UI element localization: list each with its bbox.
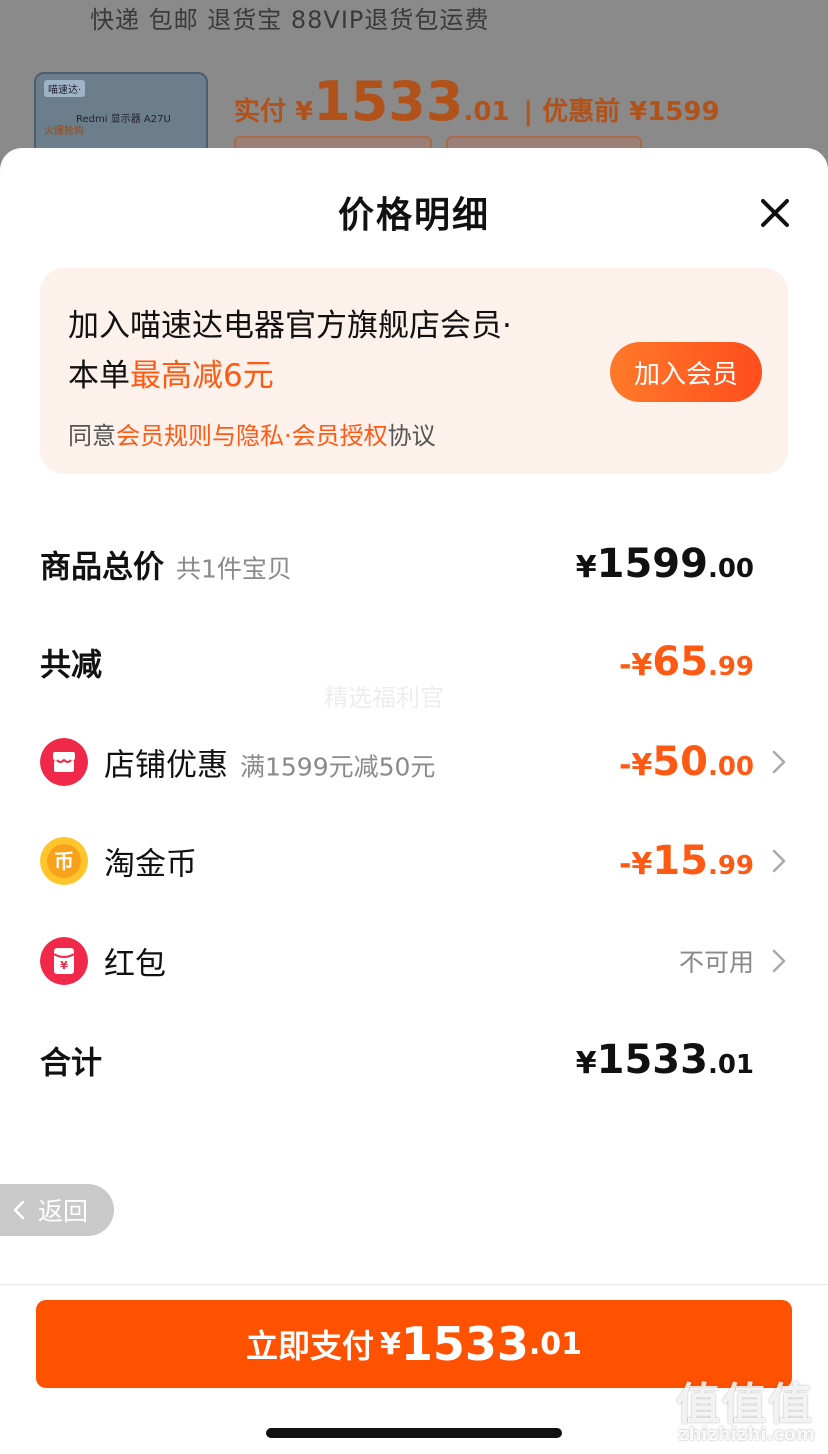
pay-amount-int: 1533 (400, 1317, 529, 1371)
amount-dec: .01 (707, 1050, 754, 1080)
currency-symbol: ¥ (575, 1046, 597, 1081)
row-sum: 合计 ¥1533.01 (40, 1030, 788, 1090)
price-before-discount: | 优惠前 ¥1599 (523, 97, 720, 127)
row-taojinbi[interactable]: 币 淘金币 -¥15.99 (40, 831, 788, 891)
close-icon[interactable] (756, 194, 794, 232)
member-agreement: 同意会员规则与隐私·会员授权协议 (68, 416, 436, 451)
thumbnail-hot-label: 火爆抢购 (44, 126, 84, 137)
back-button[interactable]: 返回 (0, 1184, 114, 1236)
chevron-right-icon[interactable] (770, 749, 788, 775)
shop-icon (40, 738, 88, 786)
join-member-button[interactable]: 加入会员 (610, 342, 762, 402)
red-packet-label: 红包 (104, 946, 166, 983)
amount-int: 1533 (596, 1037, 708, 1083)
thumbnail-model: Redmi 显示器 A27U (76, 114, 171, 125)
red-packet-status: 不可用 (679, 943, 754, 979)
item-count: 共1件宝贝 (176, 554, 292, 584)
paid-int: 1533 (313, 70, 464, 133)
paid-label: 实付 ¥ (234, 97, 314, 127)
service-tags: 快递 包邮 退货宝 88VIP退货包运费 (90, 6, 490, 34)
pay-amount-dec: .01 (528, 1326, 583, 1362)
product-total-label: 商品总价 共1件宝贝 (40, 542, 292, 587)
amount-dec: .00 (707, 554, 754, 584)
agree-suffix: 协议 (387, 422, 436, 450)
agree-separator: · (284, 422, 292, 450)
currency-symbol: -¥ (618, 847, 653, 882)
amount-dec: .00 (707, 752, 754, 782)
back-label: 返回 (38, 1197, 89, 1226)
paid-dec: .01 (463, 97, 510, 127)
coin-icon: 币 (40, 837, 88, 885)
member-auth-link[interactable]: 会员授权 (292, 422, 388, 450)
shop-discount-amount: -¥50.00 (619, 739, 754, 785)
red-packet-unavailable: 不可用 (678, 948, 754, 977)
site-watermark-url: zhizhizhi.com (678, 1424, 816, 1445)
sum-amount: ¥1533.01 (576, 1037, 754, 1083)
product-total-text: 商品总价 (40, 549, 164, 586)
pay-label: 立即支付 (245, 1327, 374, 1365)
amount-int: 1599 (596, 541, 708, 587)
divider (0, 1284, 828, 1285)
home-indicator[interactable] (266, 1428, 562, 1438)
svg-text:币: 币 (54, 849, 74, 873)
member-promo-line1: 加入喵速达电器官方旗舰店会员· (68, 308, 512, 344)
member-promo-highlight: 最高减6元 (130, 358, 274, 394)
shop-discount-label: 店铺优惠 满1599元减50元 (104, 740, 435, 785)
row-product-total: 商品总价 共1件宝贝 ¥1599.00 (40, 534, 788, 594)
taojinbi-amount: -¥15.99 (619, 838, 754, 884)
member-promo-prefix: 本单 (68, 358, 130, 394)
member-rules-link[interactable]: 会员规则与隐私 (116, 422, 284, 450)
red-packet-icon: ¥ (40, 937, 88, 985)
svg-text:¥: ¥ (60, 959, 68, 972)
product-total-amount: ¥1599.00 (576, 541, 754, 587)
taojinbi-label: 淘金币 (104, 846, 197, 883)
shop-discount-rule: 满1599元减50元 (240, 752, 436, 782)
chevron-right-icon[interactable] (770, 848, 788, 874)
row-red-packet[interactable]: ¥ 红包 不可用 (40, 931, 788, 991)
chevron-right-icon[interactable] (770, 948, 788, 974)
watermark: 精选福利官 (324, 684, 444, 712)
price-detail-sheet: 价格明细 加入喵速达电器官方旗舰店会员· 本单最高减6元 加入会员 同意会员规则… (0, 148, 828, 1454)
shop-discount-text: 店铺优惠 (104, 747, 228, 784)
currency-symbol: -¥ (618, 648, 653, 683)
sheet-title: 价格明细 (337, 195, 490, 236)
background-paid-price: 实付 ¥1533.01 | 优惠前 ¥1599 (234, 70, 720, 133)
member-promo-card: 加入喵速达电器官方旗舰店会员· 本单最高减6元 加入会员 同意会员规则与隐私·会… (40, 268, 788, 474)
agree-prefix: 同意 (68, 422, 116, 450)
row-shop-discount[interactable]: 店铺优惠 满1599元减50元 -¥50.00 (40, 732, 788, 792)
amount-dec: .99 (707, 851, 754, 881)
amount-int: 50 (652, 739, 708, 785)
reduction-label: 共减 (40, 647, 102, 684)
amount-dec: .99 (707, 652, 754, 682)
chevron-left-icon (13, 1200, 25, 1220)
currency-symbol: ¥ (379, 1326, 401, 1362)
reduction-amount: -¥65.99 (619, 639, 754, 685)
amount-int: 15 (652, 838, 708, 884)
site-watermark-logo: 值值值 (676, 1379, 814, 1430)
currency-symbol: ¥ (575, 550, 597, 585)
member-promo-line2: 本单最高减6元 (68, 350, 274, 395)
currency-symbol: -¥ (618, 748, 653, 783)
amount-int: 65 (652, 639, 708, 685)
thumbnail-tag: 喵速达· (44, 80, 86, 97)
sum-label: 合计 (40, 1045, 102, 1082)
